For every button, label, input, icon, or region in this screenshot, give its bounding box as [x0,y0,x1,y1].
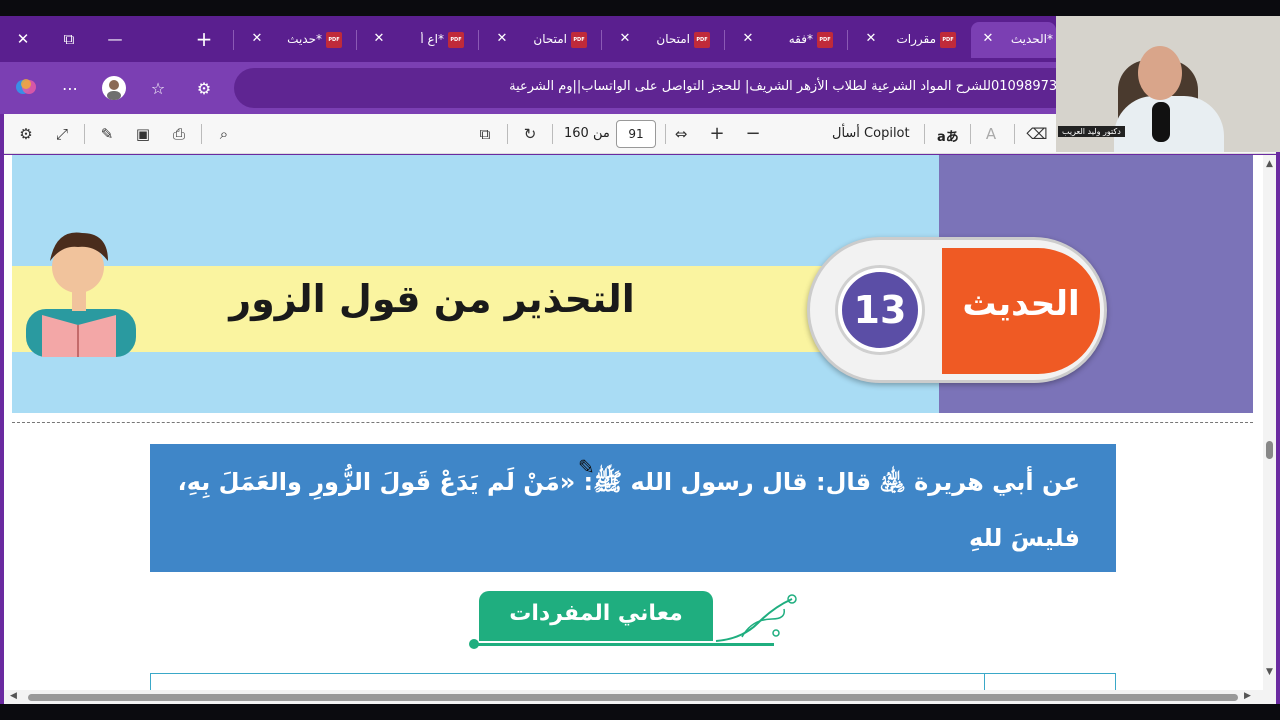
pen-cursor-icon: ✎ [578,455,595,479]
tab-close-icon[interactable]: ✕ [370,30,388,48]
presenter-name-label: دكتور وليد العريب [1058,126,1125,137]
pdf-icon: PDF [448,32,464,48]
settings-gear-icon[interactable]: ⚙ [15,124,37,144]
heading-underline [474,643,774,646]
tab-close-icon[interactable]: ✕ [979,30,997,48]
pdf-icon: PDF [694,32,710,48]
favorites-icon[interactable]: ☆ [145,76,171,102]
pdf-page: التحذير من قول الزور الحديث 13 عن أبي هر… [12,155,1253,704]
scroll-left-icon[interactable]: ◀ [10,691,17,701]
save-icon[interactable]: ▣ [132,124,154,144]
close-window-icon[interactable]: ✕ [9,26,37,52]
presenter-head [1138,46,1182,100]
lesson-number: 13 [838,268,922,352]
page-view-icon[interactable]: ⧉ [474,124,496,144]
page-number-input[interactable]: 91 [616,120,656,148]
hadith-line: عن أبي هريرة ﵁ قال: قال رسول الله ﷺ: «مَ… [177,468,1080,552]
search-icon[interactable]: ⌕ [213,124,235,144]
vocabulary-heading: معاني المفردات [479,591,713,641]
tab-close-icon[interactable]: ✕ [739,30,757,48]
tab-courses[interactable]: ✕ مقررات PDF [854,22,972,58]
tab-hadith-2[interactable]: ✕ *حديث PDF [240,22,358,58]
profile-avatar[interactable] [101,76,127,102]
ask-copilot-button[interactable]: أسأل Copilot [832,126,910,141]
lesson-title: التحذير من قول الزور [229,277,635,321]
restore-window-icon[interactable]: ⧉ [55,26,83,52]
address-bar[interactable]: 01098973849للشرح المواد الشرعية لطلاب ال… [234,68,1094,108]
scroll-right-icon[interactable]: ▶ [1244,691,1251,701]
page-count: من 160 [564,126,610,141]
address-text: 01098973849للشرح المواد الشرعية لطلاب ال… [509,79,1082,94]
tab-close-icon[interactable]: ✕ [248,30,266,48]
microphone-icon [1152,102,1170,142]
pdf-icon: PDF [326,32,342,48]
hadith-text-box: عن أبي هريرة ﵁ قال: قال رسول الله ﷺ: «مَ… [150,444,1116,608]
scroll-down-icon[interactable]: ▼ [1266,667,1273,677]
save-as-icon[interactable]: ✎ [96,124,118,144]
read-aloud-button[interactable]: aあ [937,126,959,145]
tab-close-icon[interactable]: ✕ [616,30,634,48]
tab-exam-2[interactable]: ✕ امتحان PDF [485,22,603,58]
zoom-out-icon[interactable]: − [742,124,764,144]
new-tab-icon[interactable]: + [190,26,218,52]
lesson-badge: الحديث 13 [807,237,1107,383]
tab-close-icon[interactable]: ✕ [493,30,511,48]
tab-a3[interactable]: ✕ *اع أ PDF [362,22,480,58]
tab-fiqh[interactable]: ✕ *فقه PDF [731,22,849,58]
pdf-icon: PDF [571,32,587,48]
screen-bottom-edge [0,704,1280,720]
ornament-icon [715,594,797,642]
dashed-divider [12,422,1253,423]
tab-hadith-active[interactable]: ✕ *الحديث [971,22,1056,58]
reading-boy-illustration [26,232,136,357]
rotate-icon[interactable]: ↻ [519,124,541,144]
print-icon[interactable]: ⎙ [168,124,190,144]
horizontal-scrollbar[interactable]: ◀ ▶ [4,690,1263,704]
fullscreen-icon[interactable]: ⤢ [51,124,73,144]
eraser-icon[interactable]: ⌫ [1026,124,1048,144]
minimize-window-icon[interactable]: — [101,26,129,52]
pdf-viewport: التحذير من قول الزور الحديث 13 عن أبي هر… [4,155,1276,704]
lesson-label: الحديث [962,284,1080,324]
scroll-up-icon[interactable]: ▲ [1266,159,1273,169]
webcam-overlay: دكتور وليد العريب [1056,16,1280,152]
zoom-in-icon[interactable]: + [706,124,728,144]
tab-close-icon[interactable]: ✕ [862,30,880,48]
pdf-icon: PDF [940,32,956,48]
horizontal-scroll-thumb[interactable] [28,694,1238,701]
pdf-icon: PDF [817,32,833,48]
vertical-scroll-thumb[interactable] [1266,441,1273,459]
text-format-icon[interactable]: A [980,124,1002,144]
copilot-icon[interactable] [13,76,39,102]
browser-window: ✕ ⧉ — + ✕ *حديث PDF ✕ *اع أ PDF ✕ امتحان… [0,16,1280,704]
heading-dot [469,639,479,649]
more-menu-icon[interactable]: ⋯ [57,76,83,102]
tab-exam-1[interactable]: ✕ امتحان PDF [608,22,726,58]
extensions-icon[interactable]: ⚙ [191,76,217,102]
vertical-scrollbar[interactable]: ▲ ▼ [1263,155,1276,704]
fit-width-icon[interactable]: ⇔ [670,124,692,144]
